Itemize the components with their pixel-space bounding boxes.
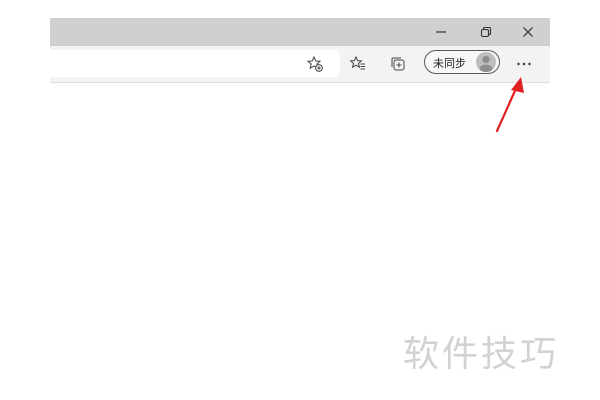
watermark-text: 软件技巧 [403, 334, 560, 375]
